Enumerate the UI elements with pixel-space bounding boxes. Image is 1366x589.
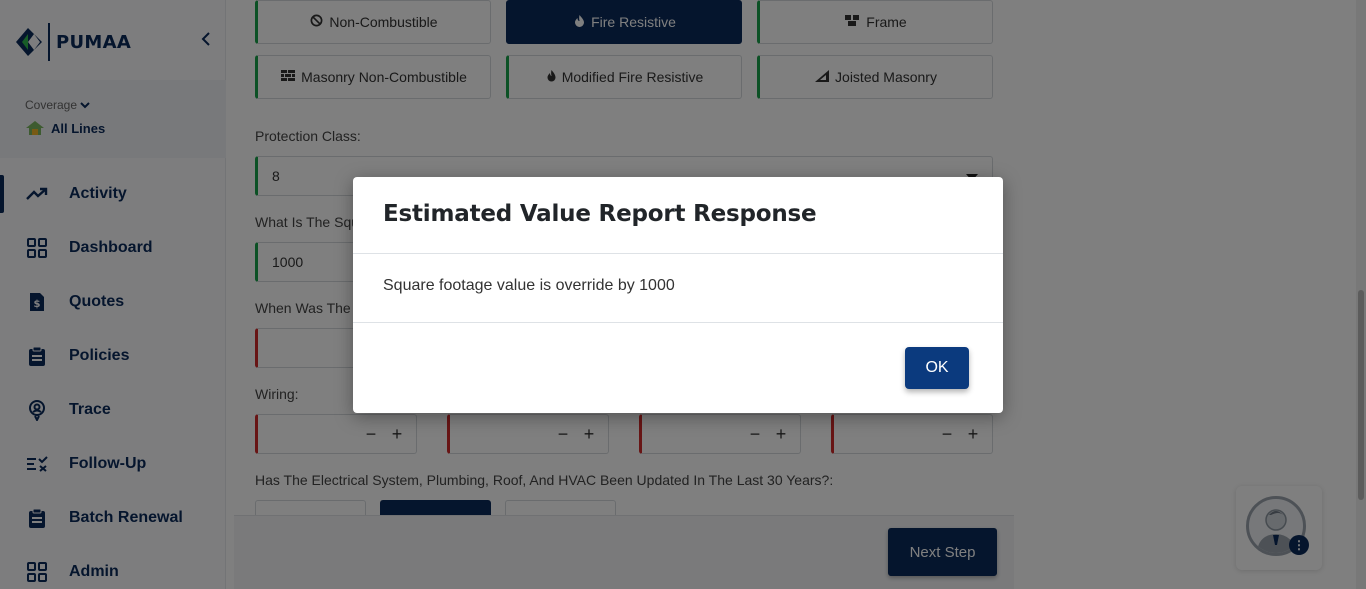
- dialog-message: Square footage value is override by 1000: [353, 254, 1003, 323]
- dialog-header: Estimated Value Report Response: [353, 177, 1003, 254]
- dialog-title: Estimated Value Report Response: [383, 201, 817, 227]
- ok-button[interactable]: OK: [905, 347, 969, 389]
- dialog-footer: OK: [353, 323, 1003, 413]
- estimated-value-dialog: Estimated Value Report Response Square f…: [353, 177, 1003, 413]
